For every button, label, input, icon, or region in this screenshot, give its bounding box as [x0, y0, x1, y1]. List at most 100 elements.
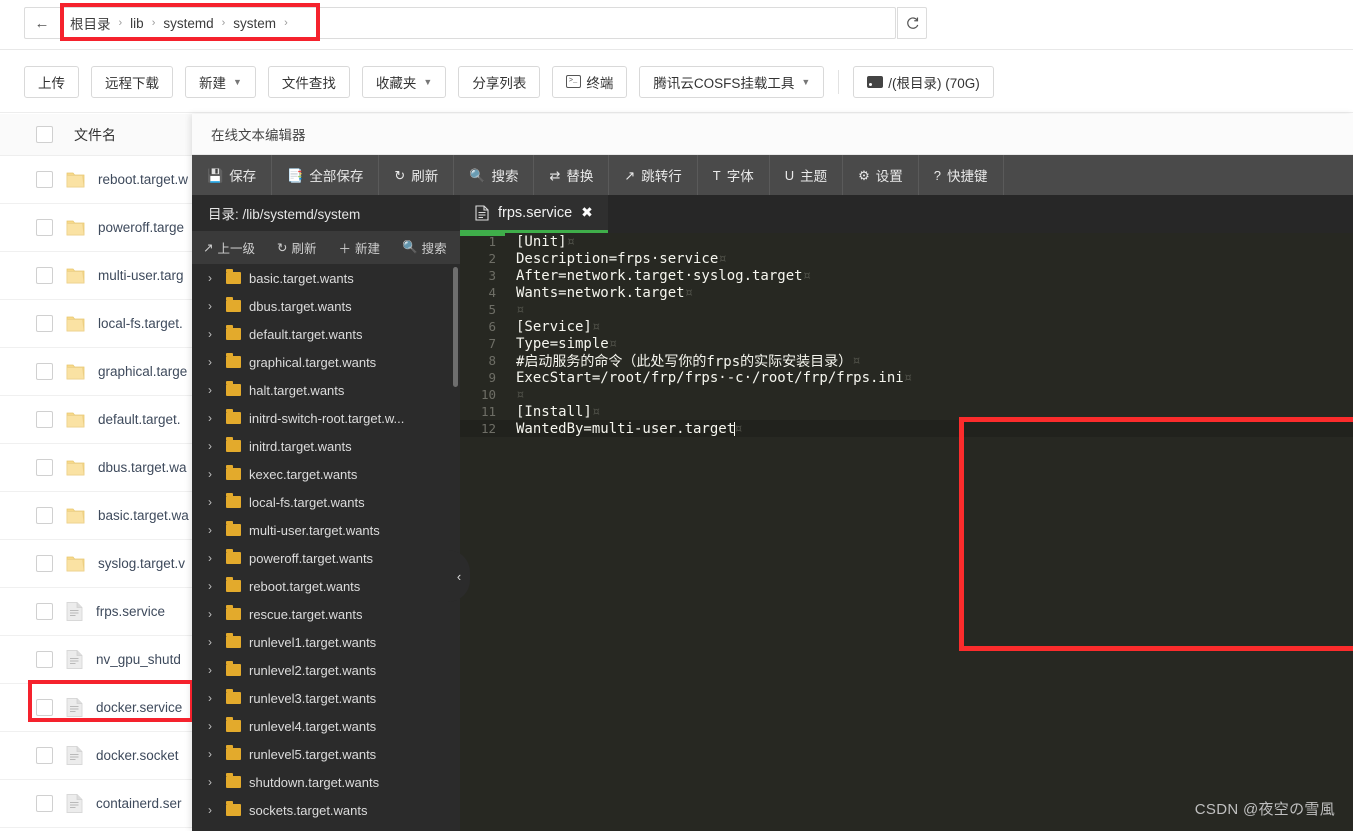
tree-item[interactable]: › rescue.target.wants	[192, 600, 460, 628]
tree-item[interactable]: › runlevel3.target.wants	[192, 684, 460, 712]
action-button-3[interactable]: 新建 ▼	[185, 65, 256, 98]
tree-item[interactable]: › runlevel4.target.wants	[192, 712, 460, 740]
chevron-right-icon[interactable]: ›	[208, 551, 218, 565]
row-checkbox[interactable]	[36, 747, 53, 764]
file-name-label[interactable]: containerd.ser	[96, 796, 182, 811]
file-list-row[interactable]: docker.service	[0, 684, 192, 732]
code-line[interactable]: 12 WantedBy=multi-user.target ¤	[460, 420, 1353, 437]
tree-item[interactable]: › graphical.target.wants	[192, 348, 460, 376]
tree-item[interactable]: › shutdown.target.wants	[192, 768, 460, 796]
tree-item[interactable]: › reboot.target.wants	[192, 572, 460, 600]
tree-tool-plus[interactable]: ＋新建	[328, 238, 392, 257]
select-all-checkbox[interactable]	[36, 126, 53, 143]
file-list-row[interactable]: nv_gpu_shutd	[0, 636, 192, 684]
breadcrumb-item[interactable]: systemd	[158, 16, 218, 31]
tree-item[interactable]: › runlevel5.target.wants	[192, 740, 460, 768]
tree-item[interactable]: › dbus.target.wants	[192, 292, 460, 320]
chevron-right-icon[interactable]: ›	[208, 355, 218, 369]
file-list-row[interactable]: frps.service	[0, 588, 192, 636]
tree-tool-refresh[interactable]: ↻ 刷新	[266, 238, 328, 257]
file-list-row[interactable]: dbus.target.wa	[0, 444, 192, 492]
file-list-row[interactable]: graphical.targe	[0, 348, 192, 396]
chevron-right-icon[interactable]: ›	[208, 663, 218, 677]
disk-selector-button[interactable]: /(根目录) (70G)	[853, 65, 994, 98]
chevron-right-icon[interactable]: ›	[208, 439, 218, 453]
editor-toolbar-goto-line[interactable]: ↗ 跳转行	[609, 155, 698, 195]
editor-toolbar-save[interactable]: 💾 保存	[192, 155, 273, 195]
code-line[interactable]: 2 Description=frps·service ¤	[460, 250, 1353, 267]
breadcrumb-item[interactable]: 根目录	[65, 13, 116, 33]
file-list-row[interactable]: multi-user.targ	[0, 252, 192, 300]
code-line[interactable]: 4 Wants=network.target ¤	[460, 284, 1353, 301]
chevron-right-icon[interactable]: ›	[208, 411, 218, 425]
tree-item[interactable]: › kexec.target.wants	[192, 460, 460, 488]
breadcrumb-item[interactable]: system	[228, 16, 281, 31]
file-name-label[interactable]: docker.service	[96, 700, 182, 715]
file-name-label[interactable]: nv_gpu_shutd	[96, 652, 181, 667]
chevron-right-icon[interactable]: ›	[208, 495, 218, 509]
file-name-label[interactable]: basic.target.wa	[98, 508, 189, 523]
file-list-row[interactable]: syslog.target.v	[0, 540, 192, 588]
row-checkbox[interactable]	[36, 651, 53, 668]
code-line[interactable]: 5 ¤	[460, 301, 1353, 318]
file-name-label[interactable]: local-fs.target.	[98, 316, 183, 331]
editor-toolbar-refresh[interactable]: ↻ 刷新	[379, 155, 455, 195]
file-list-row[interactable]: reboot.target.w	[0, 156, 192, 204]
chevron-right-icon[interactable]: ›	[208, 803, 218, 817]
row-checkbox[interactable]	[36, 507, 53, 524]
editor-tab-frps-service[interactable]: frps.service ✖	[460, 195, 608, 233]
row-checkbox[interactable]	[36, 555, 53, 572]
tree-item[interactable]: › sockets.target.wants	[192, 796, 460, 824]
chevron-right-icon[interactable]: ›	[208, 271, 218, 285]
tree-item[interactable]: › runlevel1.target.wants	[192, 628, 460, 656]
editor-toolbar-replace[interactable]: ⇄ 替换	[534, 155, 610, 195]
editor-toolbar-save-all[interactable]: 📑 全部保存	[272, 155, 380, 195]
row-checkbox[interactable]	[36, 219, 53, 236]
editor-toolbar-search[interactable]: 🔍 搜索	[454, 155, 535, 195]
file-list-row[interactable]: docker.socket	[0, 732, 192, 780]
refresh-button[interactable]	[897, 7, 927, 39]
file-name-label[interactable]: default.target.	[98, 412, 181, 427]
tree-item[interactable]: › initrd.target.wants	[192, 432, 460, 460]
path-breadcrumb-bar[interactable]: ← 根目录 › lib › systemd › system ›	[24, 7, 896, 39]
code-line[interactable]: 9 ExecStart=/root/frp/frps·-c·/root/frp/f…	[460, 369, 1353, 386]
chevron-right-icon[interactable]: ›	[208, 327, 218, 341]
tree-item[interactable]: › initrd-switch-root.target.w...	[192, 404, 460, 432]
close-icon[interactable]: ✖	[581, 204, 593, 221]
action-button-6[interactable]: 分享列表	[458, 65, 541, 98]
file-name-label[interactable]: multi-user.targ	[98, 268, 184, 283]
tree-item[interactable]: › poweroff.target.wants	[192, 544, 460, 572]
row-checkbox[interactable]	[36, 171, 53, 188]
tree-tool-up-level[interactable]: ↗ 上一级	[192, 238, 266, 257]
chevron-right-icon[interactable]: ›	[208, 691, 218, 705]
action-button-8[interactable]: 腾讯云COSFS挂载工具 ▼	[639, 65, 825, 98]
action-button-5[interactable]: 收藏夹 ▼	[361, 65, 447, 98]
code-line[interactable]: 6 [Service] ¤	[460, 318, 1353, 335]
chevron-right-icon[interactable]: ›	[208, 467, 218, 481]
chevron-right-icon[interactable]: ›	[208, 383, 218, 397]
tree-tool-search[interactable]: 🔍 搜索	[391, 238, 458, 257]
code-line[interactable]: 11 [Install] ¤	[460, 403, 1353, 420]
editor-toolbar-theme[interactable]: U 主题	[770, 155, 844, 195]
code-line[interactable]: 8 #启动服务的命令（此处写你的frps的实际安装目录） ¤	[460, 352, 1353, 370]
editor-toolbar-font[interactable]: T 字体	[698, 155, 770, 195]
tree-item[interactable]: › basic.target.wants	[192, 264, 460, 292]
file-list-row[interactable]: basic.target.wa	[0, 492, 192, 540]
file-name-label[interactable]: poweroff.targe	[98, 220, 184, 235]
tree-item[interactable]: › runlevel2.target.wants	[192, 656, 460, 684]
file-name-label[interactable]: docker.socket	[96, 748, 179, 763]
chevron-right-icon[interactable]: ›	[208, 523, 218, 537]
file-name-label[interactable]: frps.service	[96, 604, 165, 619]
action-button-7[interactable]: >_ 终端	[552, 65, 628, 98]
code-line[interactable]: 1 [Unit] ¤	[460, 233, 1353, 250]
tree-item-list[interactable]: › basic.target.wants › dbus.target.wants › de…	[192, 264, 460, 831]
file-list-row[interactable]: poweroff.targe	[0, 204, 192, 252]
tree-item[interactable]: › halt.target.wants	[192, 376, 460, 404]
row-checkbox[interactable]	[36, 363, 53, 380]
tree-item[interactable]: › local-fs.target.wants	[192, 488, 460, 516]
chevron-right-icon[interactable]: ›	[208, 747, 218, 761]
tree-scrollbar[interactable]	[453, 267, 458, 387]
code-content[interactable]: 1 [Unit] ¤ 2 Description=frps·service ¤ 3 After…	[460, 233, 1353, 831]
chevron-right-icon[interactable]: ›	[208, 635, 218, 649]
code-line[interactable]: 7 Type=simple ¤	[460, 335, 1353, 352]
